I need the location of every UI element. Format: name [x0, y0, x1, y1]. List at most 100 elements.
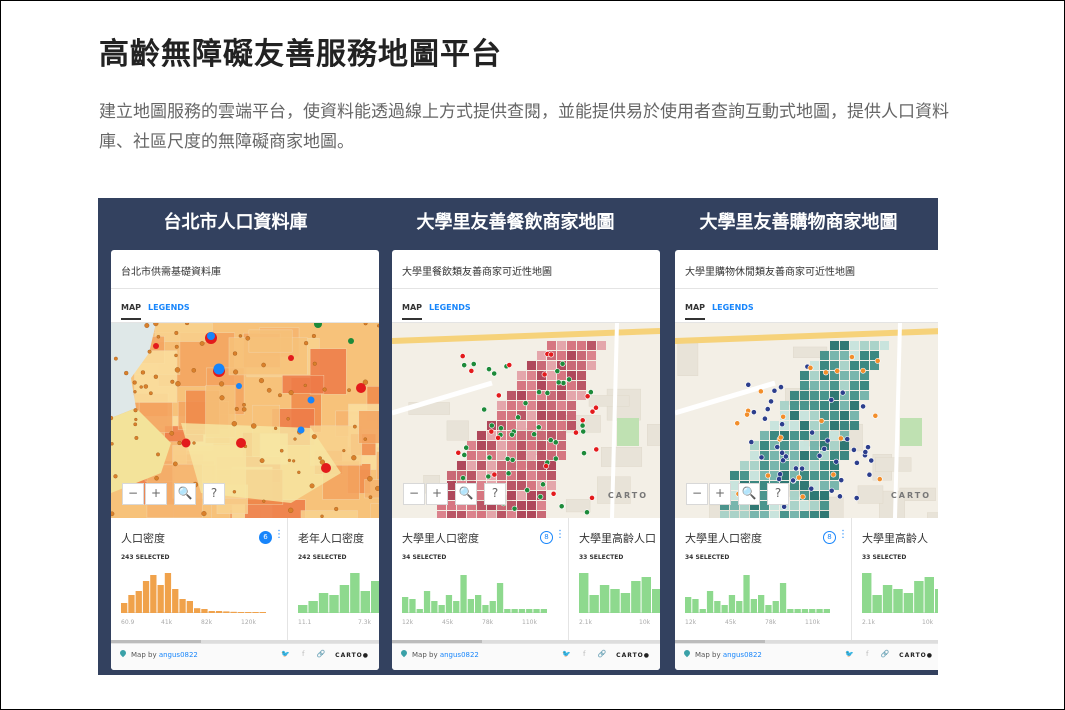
- grid-cell: [810, 391, 819, 400]
- widget-count-badge[interactable]: 8: [823, 531, 836, 544]
- axis-tick-label: 7.3k: [358, 619, 372, 626]
- share-icons[interactable]: 🐦 f 🔗: [845, 650, 894, 658]
- tab-map[interactable]: MAP: [685, 303, 706, 320]
- grid-cell: [547, 371, 556, 380]
- data-point: [133, 408, 138, 413]
- widget-selected-count: 242 SELECTED: [298, 554, 347, 561]
- zoom-out-button[interactable]: −: [122, 483, 144, 505]
- widget-options-icon[interactable]: ⋮: [555, 529, 565, 540]
- grid-cell: [527, 461, 536, 470]
- histogram-bar: [431, 601, 438, 613]
- poi-marker: [866, 471, 873, 478]
- tab-legends[interactable]: LEGENDS: [148, 303, 190, 312]
- grid-cell: [577, 351, 586, 360]
- histogram-chart[interactable]: [298, 573, 379, 613]
- histogram-bar: [809, 609, 816, 613]
- map-by-label: Map by: [695, 651, 723, 659]
- histogram-chart[interactable]: [121, 573, 266, 613]
- grid-cell: [760, 431, 769, 440]
- grid-cell: [567, 381, 576, 390]
- map-view[interactable]: − + 🔍 ?: [111, 323, 379, 518]
- grid-cell: [547, 481, 556, 490]
- zoom-in-button[interactable]: +: [709, 483, 731, 505]
- grid-cell: [567, 411, 576, 420]
- grid-cell: [850, 381, 859, 390]
- carto-logo: CARTO●: [616, 652, 650, 659]
- share-icons[interactable]: 🐦 f 🔗: [281, 650, 330, 658]
- zoom-in-button[interactable]: +: [145, 483, 167, 505]
- poi-marker: [552, 455, 559, 462]
- widget-count-badge[interactable]: 6: [259, 531, 272, 544]
- grid-cell: [567, 391, 576, 400]
- grid-cell: [547, 381, 556, 390]
- tab-legends[interactable]: LEGENDS: [429, 303, 471, 312]
- histogram-chart[interactable]: [685, 573, 830, 613]
- map-credit: Map by angus0822: [131, 651, 198, 659]
- data-point: [134, 417, 138, 422]
- histogram-widget: 大學里人口密度 8 ⋮ 34 SELECTED 12k 45k 78k 110k: [392, 518, 565, 640]
- map-view[interactable]: − + 🔍 ? CARTO: [392, 323, 660, 518]
- widget-title: 大學里高齡人: [862, 532, 928, 545]
- histogram-chart[interactable]: [402, 573, 547, 613]
- grid-cell: [810, 411, 819, 420]
- search-icon[interactable]: 🔍: [455, 483, 477, 505]
- district-polygon: [282, 374, 325, 394]
- data-point: [348, 338, 354, 344]
- tab-map[interactable]: MAP: [402, 303, 423, 320]
- tab-legends[interactable]: LEGENDS: [712, 303, 754, 312]
- widget-count-badge[interactable]: 8: [540, 531, 553, 544]
- grid-cell: [557, 351, 566, 360]
- data-point: [134, 436, 139, 440]
- search-icon[interactable]: 🔍: [174, 483, 196, 505]
- histogram-bar: [504, 609, 511, 613]
- grid-cell: [577, 361, 586, 370]
- data-point: [201, 511, 207, 517]
- histogram-bar: [872, 595, 882, 613]
- tab-map[interactable]: MAP: [121, 303, 142, 320]
- map-credit: Map by angus0822: [412, 651, 479, 659]
- grid-cell: [800, 451, 809, 460]
- author-link[interactable]: angus0822: [159, 651, 198, 659]
- grid-cell: [760, 511, 769, 518]
- author-link[interactable]: angus0822: [440, 651, 479, 659]
- grid-cell: [810, 371, 819, 380]
- histogram-bar: [882, 585, 893, 613]
- author-link[interactable]: angus0822: [723, 651, 762, 659]
- card-footer: Map by angus0822 🐦 f 🔗 CARTO●: [392, 643, 660, 670]
- share-icons[interactable]: 🐦 f 🔗: [562, 650, 611, 658]
- grid-cell: [537, 441, 546, 450]
- grid-cell: [447, 471, 456, 480]
- map-view[interactable]: − + 🔍 ? CARTO: [675, 323, 938, 518]
- widget-options-icon[interactable]: ⋮: [274, 529, 284, 540]
- poi-marker: [505, 470, 512, 477]
- widget-title: 老年人口密度: [298, 532, 364, 545]
- poi-marker: [834, 368, 841, 374]
- search-icon[interactable]: 🔍: [738, 483, 760, 505]
- grid-cell: [477, 451, 486, 460]
- grid-cell: [477, 471, 486, 480]
- map-pin-icon: [399, 648, 409, 658]
- histogram-chart[interactable]: [579, 573, 660, 613]
- zoom-in-button[interactable]: +: [426, 483, 448, 505]
- poi-marker: [734, 420, 741, 427]
- zoom-out-button[interactable]: −: [686, 483, 708, 505]
- poi-marker: [854, 459, 860, 466]
- poi-marker: [783, 453, 789, 460]
- grid-cell: [577, 381, 586, 390]
- poi-marker: [818, 417, 825, 424]
- widget-options-icon[interactable]: ⋮: [838, 529, 848, 540]
- help-button[interactable]: ?: [484, 483, 506, 505]
- grid-cell: [860, 391, 869, 400]
- histogram-chart[interactable]: [862, 573, 938, 613]
- grid-cell: [507, 391, 516, 400]
- data-point: [144, 323, 150, 328]
- histogram-bar: [903, 593, 914, 613]
- poi-marker: [461, 362, 468, 369]
- axis-tick-label: 45k: [725, 619, 737, 626]
- zoom-out-button[interactable]: −: [403, 483, 425, 505]
- poi-marker: [830, 471, 837, 478]
- grid-cell: [557, 341, 566, 350]
- data-point: [140, 370, 146, 375]
- help-button[interactable]: ?: [767, 483, 789, 505]
- help-button[interactable]: ?: [203, 483, 225, 505]
